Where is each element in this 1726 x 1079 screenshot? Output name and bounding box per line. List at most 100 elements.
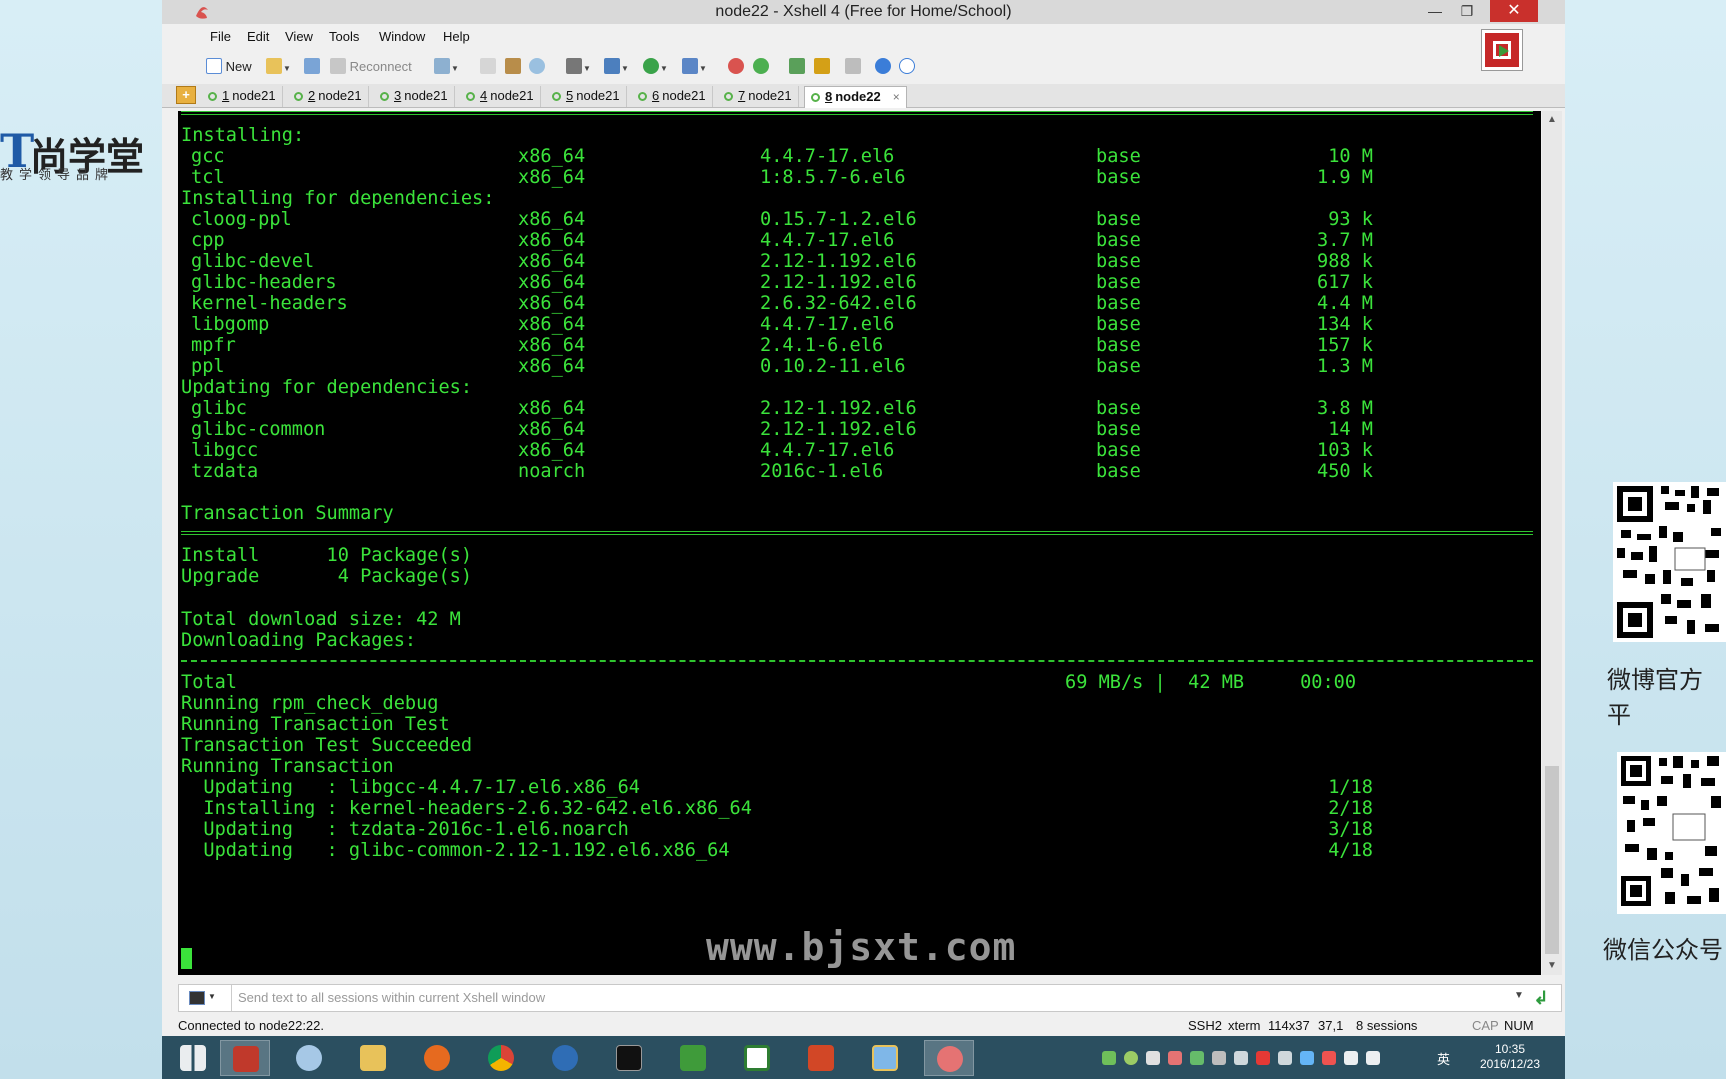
chat-icon (899, 58, 915, 74)
package-repo: base (1096, 230, 1141, 251)
find-button[interactable] (529, 57, 545, 77)
menu-file[interactable]: File (210, 29, 231, 44)
new-session-button[interactable]: New (206, 57, 252, 77)
package-repo: base (1096, 398, 1141, 419)
terminal-app-icon[interactable] (604, 1040, 654, 1076)
double-rule (181, 531, 1533, 535)
terminal-icon[interactable] (189, 991, 205, 1005)
add-tab-button[interactable]: + (176, 86, 196, 104)
windows-start-icon[interactable] (168, 1040, 218, 1076)
chevron-down-icon[interactable]: ▼ (208, 992, 216, 1001)
tray-security-icon[interactable] (1256, 1051, 1270, 1065)
tab-1[interactable]: 1 node21 (202, 86, 283, 107)
firefox-icon[interactable] (412, 1040, 462, 1076)
tab-4[interactable]: 4 node21 (460, 86, 541, 107)
tray-ime-icon[interactable] (1300, 1051, 1314, 1065)
package-name: tzdata (191, 461, 259, 482)
paint-app-icon[interactable] (284, 1040, 334, 1076)
xshell-app-icon[interactable] (924, 1040, 974, 1076)
lock-button[interactable] (814, 57, 830, 77)
tab-number: 1 (222, 88, 230, 103)
system-clock[interactable]: 10:35 2016/12/23 (1460, 1042, 1560, 1072)
summary-upgrade: Upgrade 4 Package(s) (181, 566, 473, 587)
reconnect-button[interactable]: Reconnect (330, 57, 412, 77)
properties-button[interactable]: ▼ (434, 57, 459, 77)
transfer-button[interactable]: ▼ (604, 57, 629, 77)
xmanager-button[interactable] (753, 57, 769, 77)
input-method-indicator[interactable]: 英 (1437, 1049, 1450, 1068)
powerpoint-icon[interactable] (796, 1040, 846, 1076)
scroll-down-icon[interactable]: ▼ (1542, 957, 1562, 975)
menu-edit[interactable]: Edit (247, 29, 269, 44)
transfer-icon (604, 58, 620, 74)
camtasia-editor-icon[interactable] (732, 1040, 782, 1076)
link-button[interactable] (304, 57, 320, 77)
chat-button[interactable] (899, 57, 915, 77)
globe-button[interactable]: ▼ (643, 57, 668, 77)
camtasia-icon[interactable] (668, 1040, 718, 1076)
total-stats: 69 MB/s | 42 MB 00:00 (1065, 672, 1357, 693)
tray-nvidia-icon[interactable] (1190, 1051, 1204, 1065)
tray-cloud-icon[interactable] (1146, 1051, 1160, 1065)
paste-button[interactable] (505, 57, 521, 77)
tab-7[interactable]: 7 node21 (718, 86, 799, 107)
tab-8[interactable]: 8 node22 × (804, 86, 907, 108)
restore-button[interactable]: ❐ (1452, 0, 1482, 22)
menu-window[interactable]: Window (379, 29, 425, 44)
volume-icon[interactable] (1234, 1051, 1248, 1065)
tab-2[interactable]: 2 node21 (288, 86, 369, 107)
package-version: 2016c-1.el6 (760, 461, 884, 482)
total-download-size: Total download size: 42 M (181, 609, 461, 630)
lock-icon (814, 58, 830, 74)
minimize-button[interactable]: — (1420, 0, 1450, 22)
file-explorer-icon[interactable] (348, 1040, 398, 1076)
tab-6[interactable]: 6 node21 (632, 86, 713, 107)
tray-battery-icon[interactable] (1344, 1051, 1358, 1065)
scroll-up-icon[interactable]: ▲ (1542, 111, 1562, 129)
tray-network-icon[interactable] (1278, 1051, 1292, 1065)
send-text-input[interactable]: Send text to all sessions within current… (231, 985, 1537, 1011)
r-app-icon[interactable] (540, 1040, 590, 1076)
compose-button[interactable] (845, 57, 861, 77)
term-size-status: 114x37 (1268, 1018, 1310, 1033)
notepad-app-icon[interactable] (860, 1040, 910, 1076)
presentation-app-icon[interactable] (220, 1040, 270, 1076)
package-repo: base (1096, 335, 1141, 356)
package-version: 2.12-1.192.el6 (760, 251, 917, 272)
open-folder-icon (266, 58, 282, 74)
xftp-button[interactable] (728, 57, 744, 77)
history-dropdown-icon[interactable]: ▼ (1514, 990, 1524, 1001)
tray-flag-icon[interactable] (1322, 1051, 1336, 1065)
help-button[interactable] (875, 57, 891, 77)
close-button[interactable]: ✕ (1490, 0, 1538, 22)
tab-3[interactable]: 3 node21 (374, 86, 455, 107)
package-name: glibc-devel (191, 251, 315, 272)
terminal-screen[interactable]: Installing: gcc x86_64 4.4.7-17.el6 base 10 … (178, 111, 1541, 975)
tray-usb-icon[interactable] (1212, 1051, 1226, 1065)
progress-count: 3/18 (1328, 819, 1373, 840)
scrollbar-thumb[interactable] (1545, 766, 1559, 954)
tab-5[interactable]: 5 node21 (546, 86, 627, 107)
menu-help[interactable]: Help (443, 29, 470, 44)
package-repo: base (1096, 314, 1141, 335)
menu-view[interactable]: View (285, 29, 313, 44)
weibo-qr-code (1613, 482, 1726, 642)
tray-display-icon[interactable] (1366, 1051, 1380, 1065)
open-folder-button[interactable]: ▼ (266, 57, 291, 77)
terminal-scrollbar[interactable]: ▲ ▼ (1542, 111, 1562, 975)
package-arch: x86_64 (518, 335, 586, 356)
chrome-icon[interactable] (476, 1040, 526, 1076)
send-icon[interactable]: ↲ (1531, 988, 1551, 1008)
menu-tools[interactable]: Tools (329, 29, 359, 44)
close-tab-icon[interactable]: × (893, 90, 900, 104)
layout-button[interactable] (789, 57, 805, 77)
keyboard-button[interactable]: ▼ (682, 57, 707, 77)
tray-youdao-icon[interactable] (1168, 1051, 1182, 1065)
print-button[interactable]: ▼ (566, 57, 591, 77)
tray-sync-icon[interactable] (1124, 1051, 1138, 1065)
copy-button[interactable] (480, 57, 496, 77)
step-line: Transaction Test Succeeded (181, 735, 473, 756)
package-arch: noarch (518, 461, 586, 482)
package-arch: x86_64 (518, 440, 586, 461)
tray-app-icon[interactable] (1102, 1051, 1116, 1065)
